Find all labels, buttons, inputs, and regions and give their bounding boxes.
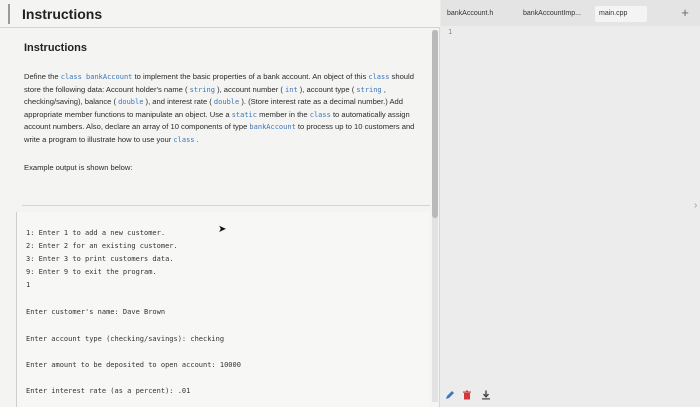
code-keyword: string <box>356 85 382 94</box>
mouse-cursor-icon: ➤ <box>218 224 227 235</box>
tab-main-cpp[interactable]: main.cpp <box>595 6 647 22</box>
page-title: Instructions <box>22 6 103 22</box>
code-keyword: double <box>118 98 144 107</box>
description-text: . <box>194 134 199 144</box>
editor-panel: bankAccount.h bankAccountImp... main.cpp… <box>441 0 700 407</box>
code-editor[interactable] <box>441 26 700 407</box>
prompt-interest-rate: Enter interest rate (as a percent): .01 <box>26 387 191 395</box>
code-keyword: class <box>173 135 195 144</box>
tab-bankaccount-h[interactable]: bankAccount.h <box>443 6 513 22</box>
menu-line-3: 3: Enter 3 to print customers data. <box>26 255 174 263</box>
tab-bankaccountimp[interactable]: bankAccountImp... <box>519 6 593 22</box>
download-icon[interactable] <box>481 390 491 400</box>
prompt-account-type: Enter account type (checking/savings): c… <box>26 335 225 343</box>
instructions-header: Instructions <box>0 0 440 28</box>
prompt-name: Enter customer's name: Dave Brown <box>26 308 166 316</box>
section-title: Instructions <box>24 42 87 54</box>
menu-input: 1 <box>26 281 31 289</box>
file-tabs-bar: bankAccount.h bankAccountImp... main.cpp… <box>441 0 700 26</box>
code-keyword: int <box>285 85 298 94</box>
code-keyword: static <box>231 110 257 119</box>
description-text: to implement the basic properties of a b… <box>132 72 369 81</box>
trash-icon[interactable] <box>462 390 472 400</box>
problem-description: Define the class bankAccount to implemen… <box>24 71 424 147</box>
code-keyword: class <box>309 110 331 119</box>
scrollbar-thumb[interactable] <box>432 30 438 218</box>
header-accent-bar <box>8 4 10 24</box>
description-text: Define the <box>24 72 61 81</box>
chevron-right-icon[interactable]: › <box>694 200 697 211</box>
code-keyword: string <box>189 85 215 94</box>
line-number: 1 <box>448 28 453 36</box>
description-text: ), and interest rate ( <box>143 97 214 107</box>
add-tab-button[interactable]: + <box>677 5 693 21</box>
menu-line-4: 9: Enter 9 to exit the program. <box>26 268 157 276</box>
menu-line-1: 1: Enter 1 to add a new customer. <box>26 229 166 237</box>
code-keyword: class bankAccount <box>60 73 133 81</box>
code-keyword: double <box>213 98 240 107</box>
description-text: ), account type ( <box>297 84 357 94</box>
code-keyword: bankAccount <box>249 123 296 132</box>
pencil-icon[interactable] <box>445 390 455 400</box>
section-divider <box>22 205 430 206</box>
prompt-deposit: Enter amount to be deposited to open acc… <box>26 361 241 369</box>
menu-line-2: 2: Enter 2 for an existing customer. <box>26 242 178 250</box>
code-keyword: class <box>368 73 390 81</box>
instructions-content: Instructions Define the class bankAccoun… <box>24 42 424 172</box>
description-text: member in the <box>256 109 310 119</box>
description-text: ), account number ( <box>214 84 286 94</box>
example-label: Example output is shown below: <box>24 162 133 172</box>
